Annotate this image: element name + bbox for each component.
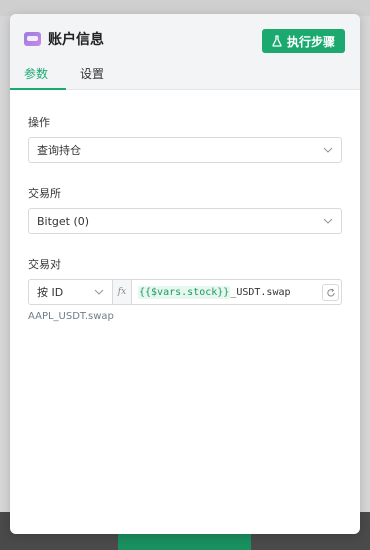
tab-bar: 参数 设置 bbox=[10, 62, 118, 90]
pair-resolved-hint: AAPL_USDT.swap bbox=[28, 311, 114, 322]
expression-suffix: _USDT.swap bbox=[230, 286, 291, 298]
operation-label: 操作 bbox=[28, 116, 50, 129]
run-step-label: 执行步骤 bbox=[286, 34, 335, 49]
panel-header: 账户信息 执行步骤 参数 设置 bbox=[10, 14, 360, 90]
app-card-icon bbox=[24, 32, 41, 46]
pair-field: 按 ID fx {{$vars.stock}} _USDT.swap bbox=[28, 279, 342, 305]
refresh-button[interactable] bbox=[322, 284, 339, 301]
chevron-down-icon bbox=[323, 147, 333, 153]
panel-body: 操作 查询持仓 交易所 Bitget (0) 交易对 按 ID fx {{$va… bbox=[10, 114, 360, 322]
pair-mode-select[interactable]: 按 ID bbox=[29, 280, 113, 304]
run-step-button[interactable]: 执行步骤 bbox=[261, 29, 345, 53]
exchange-select[interactable]: Bitget (0) bbox=[28, 208, 342, 234]
pair-mode-value: 按 ID bbox=[37, 286, 64, 299]
pair-expression-input[interactable]: {{$vars.stock}} _USDT.swap bbox=[132, 280, 341, 304]
chevron-down-icon bbox=[94, 289, 104, 295]
panel-title: 账户信息 bbox=[48, 32, 104, 48]
fx-icon: fx bbox=[113, 280, 132, 304]
refresh-icon bbox=[326, 288, 335, 296]
operation-select[interactable]: 查询持仓 bbox=[28, 137, 342, 163]
exchange-label: 交易所 bbox=[28, 187, 61, 200]
exchange-value: Bitget (0) bbox=[37, 214, 90, 228]
pair-label: 交易对 bbox=[28, 258, 61, 271]
flask-icon bbox=[272, 35, 282, 47]
tab-params[interactable]: 参数 bbox=[10, 62, 66, 90]
chevron-down-icon bbox=[323, 218, 333, 224]
operation-value: 查询持仓 bbox=[37, 144, 81, 157]
tab-settings[interactable]: 设置 bbox=[66, 62, 118, 90]
node-config-panel: 账户信息 执行步骤 参数 设置 操作 查询持仓 交易所 Bitget (0) 交… bbox=[10, 14, 360, 534]
variable-chip: {{$vars.stock}} bbox=[138, 285, 231, 299]
